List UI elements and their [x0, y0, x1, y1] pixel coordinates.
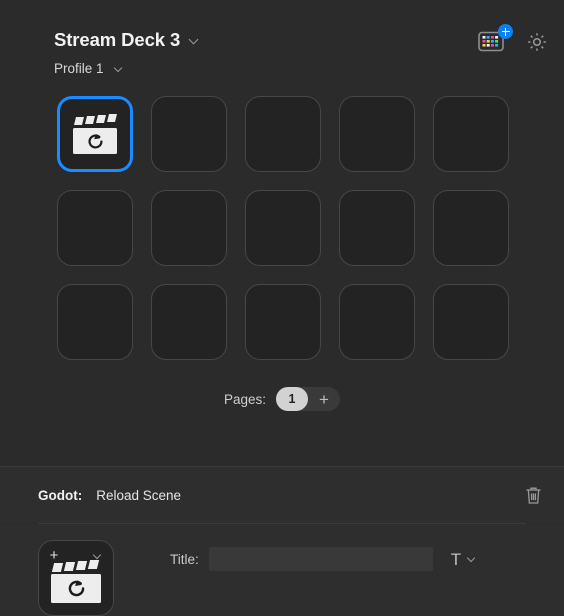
key-button-10[interactable]	[57, 284, 133, 360]
text-format-icon: T	[450, 549, 462, 569]
profile-chevron-down-icon[interactable]	[114, 64, 125, 75]
plus-badge-icon	[498, 24, 513, 39]
image-options-chevron-down-icon[interactable]	[89, 546, 107, 564]
clapper-body	[51, 574, 101, 603]
stream-deck-window: Stream Deck 3 Profile 1 Pages: 1 + Godot…	[0, 0, 564, 616]
add-device-button[interactable]	[478, 24, 513, 54]
key-button-6[interactable]	[151, 190, 227, 266]
key-button-13[interactable]	[339, 284, 415, 360]
key-button-1[interactable]	[151, 96, 227, 172]
profile-label: Profile 1	[54, 61, 104, 77]
key-button-5[interactable]	[57, 190, 133, 266]
key-button-0[interactable]	[57, 96, 133, 172]
action-title: Reload Scene	[96, 487, 182, 503]
page-1-button[interactable]: 1	[276, 387, 309, 411]
font-chevron-down-icon[interactable]	[467, 554, 478, 565]
key-button-7[interactable]	[245, 190, 321, 266]
header: Stream Deck 3 Profile 1	[0, 0, 564, 90]
action-plugin-name: Godot:	[38, 487, 83, 503]
grid-spacer	[0, 412, 564, 466]
pages-label: Pages:	[223, 391, 267, 407]
title-input[interactable]	[208, 547, 433, 571]
chevron-down-glyph	[93, 551, 104, 560]
key-button-8[interactable]	[339, 190, 415, 266]
key-button-3[interactable]	[339, 96, 415, 172]
key-button-14[interactable]	[433, 284, 509, 360]
inspector-panel: + Title: T	[0, 524, 564, 616]
reload-icon	[68, 580, 84, 597]
title-label: Title:	[170, 551, 199, 567]
key-button-12[interactable]	[245, 284, 321, 360]
pages-control: 1 +	[276, 387, 341, 411]
add-page-button[interactable]: +	[308, 387, 340, 411]
add-image-button[interactable]: +	[45, 546, 63, 564]
delete-action-button[interactable]	[521, 482, 546, 509]
clapper-ticks	[73, 114, 117, 126]
header-actions	[478, 24, 548, 54]
key-button-4[interactable]	[433, 96, 509, 172]
font-settings-button[interactable]: T	[451, 551, 478, 568]
gear-icon	[528, 33, 546, 51]
action-bar: Godot: Reload Scene	[0, 467, 564, 523]
trash-icon	[526, 487, 541, 504]
key-button-2[interactable]	[245, 96, 321, 172]
clapperboard-reload-icon	[50, 559, 102, 603]
page-title: Stream Deck 3	[54, 28, 181, 50]
key-button-11[interactable]	[151, 284, 227, 360]
settings-button[interactable]	[526, 31, 548, 53]
key-preview: +	[38, 540, 114, 616]
profile-row[interactable]: Profile 1	[54, 60, 564, 78]
key-grid-area: Pages: 1 +	[0, 90, 564, 412]
device-chevron-down-icon[interactable]	[189, 35, 200, 46]
key-grid	[57, 96, 564, 360]
pages-row: Pages: 1 +	[0, 386, 564, 412]
clapperboard-reload-icon	[72, 114, 118, 154]
clapper-body	[73, 128, 117, 154]
reload-icon	[87, 133, 103, 148]
key-button-9[interactable]	[433, 190, 509, 266]
title-field-row: Title: T	[170, 547, 546, 571]
stream-deck-device-add-icon	[478, 24, 513, 54]
